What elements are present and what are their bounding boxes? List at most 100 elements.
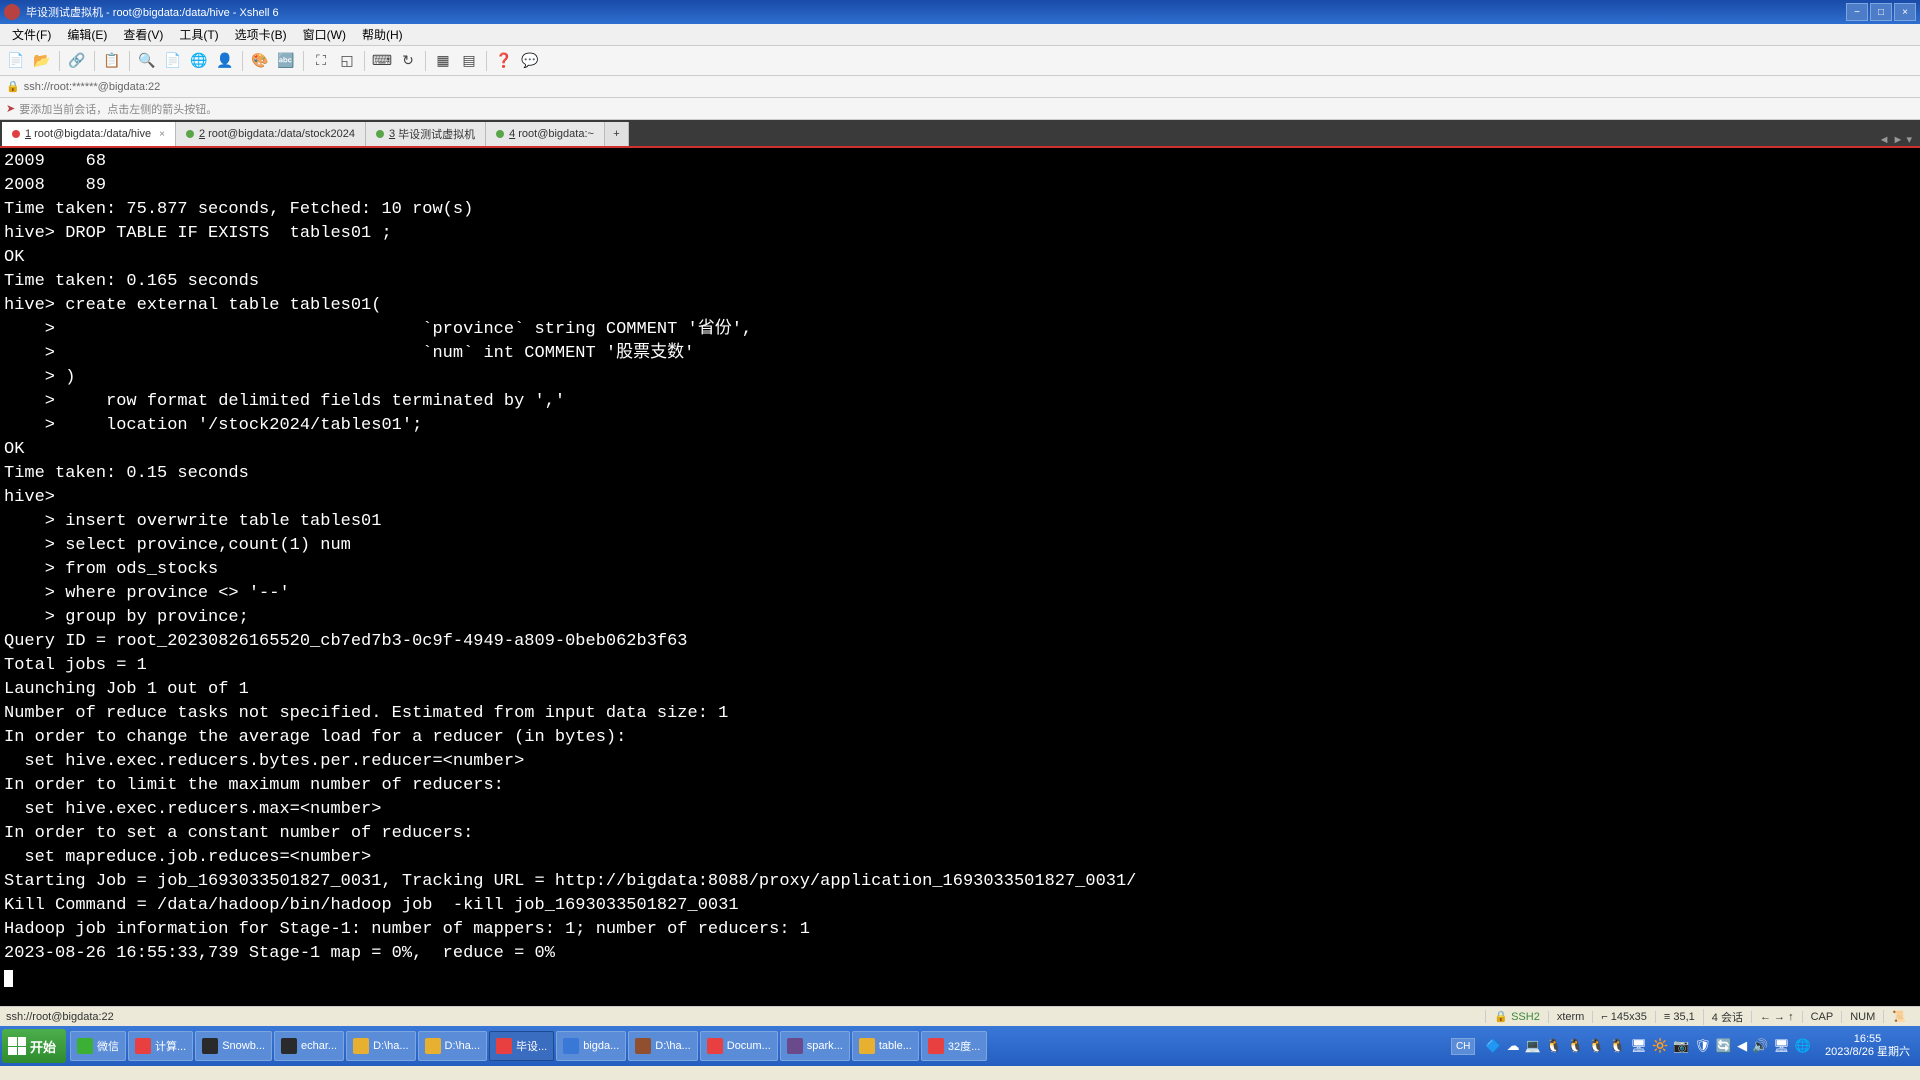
taskbar-item-icon (353, 1038, 369, 1054)
taskbar-item[interactable]: D:\ha... (418, 1031, 487, 1061)
taskbar-item[interactable]: D:\ha... (628, 1031, 697, 1061)
clock-date: 2023/8/26 星期六 (1825, 1046, 1910, 1059)
taskbar-item[interactable]: spark... (780, 1031, 850, 1061)
close-button[interactable]: × (1894, 3, 1916, 21)
globe-button[interactable]: 🌐 (187, 49, 211, 73)
window-title: 毕设测试虚拟机 - root@bigdata:/data/hive - Xshe… (26, 4, 1846, 20)
paste-button[interactable]: 📄 (161, 49, 185, 73)
terminal-output[interactable]: 2009 68 2008 89 Time taken: 75.877 secon… (0, 148, 1920, 1006)
taskbar-item-icon (135, 1038, 151, 1054)
layout-button[interactable]: ▦ (431, 49, 455, 73)
help-button[interactable]: ❓ (492, 49, 516, 73)
tray-icon[interactable]: ◀ (1737, 1038, 1747, 1054)
language-indicator[interactable]: CH (1451, 1038, 1475, 1055)
hint-bar: ➤ 要添加当前会话，点击左侧的箭头按钮。 (0, 98, 1920, 120)
taskbar-item-label: 32度... (948, 1038, 980, 1054)
lock-icon: 🔒 (6, 80, 20, 93)
tab-nav[interactable]: ◄ ► ▾ (1873, 133, 1918, 146)
minimize-button[interactable]: − (1846, 3, 1868, 21)
taskbar-item[interactable]: D:\ha... (346, 1031, 415, 1061)
taskbar-item-icon (425, 1038, 441, 1054)
tile-button[interactable]: ▤ (457, 49, 481, 73)
profile-button[interactable]: 👤 (213, 49, 237, 73)
taskbar-item-label: D:\ha... (655, 1040, 690, 1052)
menu-item[interactable]: 文件(F) (4, 24, 59, 45)
keyboard-button[interactable]: ⌨ (370, 49, 394, 73)
session-tab[interactable]: 1root@bigdata:/data/hive× (2, 122, 176, 146)
tray-icon[interactable]: 🖥 (1773, 1038, 1790, 1054)
taskbar-item[interactable]: Docum... (700, 1031, 778, 1061)
tray-icon[interactable]: 🛡 (1694, 1038, 1711, 1054)
tray-icon[interactable]: 🐧 (1546, 1038, 1562, 1054)
separator (242, 51, 243, 71)
taskbar-item-label: Snowb... (222, 1040, 265, 1052)
window-titlebar: 毕设测试虚拟机 - root@bigdata:/data/hive - Xshe… (0, 0, 1920, 24)
reconnect-button[interactable]: 🔗 (65, 49, 89, 73)
taskbar-item-icon (928, 1038, 944, 1054)
taskbar-item[interactable]: table... (852, 1031, 919, 1061)
menu-item[interactable]: 编辑(E) (59, 24, 115, 45)
tray-icon[interactable]: 💻 (1525, 1038, 1541, 1054)
tray-icon[interactable]: 📷 (1673, 1038, 1689, 1054)
search-button[interactable]: 🔍 (135, 49, 159, 73)
clock-time: 16:55 (1825, 1033, 1910, 1046)
menu-item[interactable]: 选项卡(B) (227, 24, 295, 45)
tray-icon[interactable]: 🔊 (1752, 1038, 1768, 1054)
fullscreen-button[interactable]: ⛶ (309, 49, 333, 73)
hint-text: 要添加当前会话，点击左侧的箭头按钮。 (19, 101, 217, 117)
menu-item[interactable]: 查看(V) (115, 24, 171, 45)
tab-close-icon[interactable]: × (159, 129, 165, 140)
new-button[interactable]: 📄 (4, 49, 28, 73)
tab-label: root@bigdata:~ (518, 128, 594, 140)
font-button[interactable]: 🔤 (274, 49, 298, 73)
tray-icon[interactable]: 🐧 (1609, 1038, 1625, 1054)
tray-icon[interactable]: 🔆 (1652, 1038, 1668, 1054)
separator (59, 51, 60, 71)
taskbar-item[interactable]: 计算... (128, 1031, 193, 1061)
session-tab[interactable]: 3毕设测试虚拟机 (366, 122, 486, 146)
tray-icon[interactable]: ☁ (1507, 1038, 1520, 1054)
open-button[interactable]: 📂 (30, 49, 54, 73)
taskbar-item[interactable]: bigda... (556, 1031, 626, 1061)
taskbar-item[interactable]: echar... (274, 1031, 344, 1061)
taskbar-item-icon (635, 1038, 651, 1054)
taskbar-clock[interactable]: 16:55 2023/8/26 星期六 (1817, 1033, 1918, 1059)
taskbar-item[interactable]: 32度... (921, 1031, 987, 1061)
add-tab-button[interactable]: + (605, 122, 629, 146)
session-tab[interactable]: 4root@bigdata:~ (486, 122, 605, 146)
transparency-button[interactable]: ◱ (335, 49, 359, 73)
address-text[interactable]: ssh://root:******@bigdata:22 (24, 81, 161, 93)
start-button[interactable]: 开始 (2, 1029, 66, 1063)
taskbar-item[interactable]: 微信 (70, 1031, 126, 1061)
taskbar-item[interactable]: 毕设... (489, 1031, 554, 1061)
taskbar-item[interactable]: Snowb... (195, 1031, 272, 1061)
refresh-button[interactable]: ↻ (396, 49, 420, 73)
tray-icon[interactable]: 🐧 (1588, 1038, 1604, 1054)
chat-button[interactable]: 💬 (518, 49, 542, 73)
session-tab[interactable]: 2root@bigdata:/data/stock2024 (176, 122, 366, 146)
maximize-button[interactable]: □ (1870, 3, 1892, 21)
separator (303, 51, 304, 71)
status-scroll-icon: 📜 (1883, 1010, 1914, 1023)
tray-icon[interactable]: 🖥 (1631, 1038, 1648, 1054)
color-button[interactable]: 🎨 (248, 49, 272, 73)
menu-item[interactable]: 工具(T) (171, 24, 226, 45)
menu-item[interactable]: 窗口(W) (295, 24, 354, 45)
tray-icon[interactable]: 🔷 (1485, 1038, 1501, 1054)
tray-icon[interactable]: 🐧 (1567, 1038, 1583, 1054)
taskbar-item-label: D:\ha... (445, 1040, 480, 1052)
menu-item[interactable]: 帮助(H) (354, 24, 411, 45)
status-dot-icon (496, 130, 504, 138)
arrow-icon[interactable]: ➤ (6, 102, 15, 115)
tab-label: root@bigdata:/data/hive (34, 128, 151, 140)
tray-icon[interactable]: 🔄 (1716, 1038, 1732, 1054)
menubar: 文件(F)编辑(E)查看(V)工具(T)选项卡(B)窗口(W)帮助(H) (0, 24, 1920, 46)
tab-number: 4 (509, 128, 515, 140)
address-bar: 🔒 ssh://root:******@bigdata:22 (0, 76, 1920, 98)
status-extra: ← → ↑ (1751, 1011, 1802, 1023)
taskbar-item-label: 毕设... (516, 1038, 547, 1054)
copy-button[interactable]: 📋 (100, 49, 124, 73)
taskbar-item-label: echar... (301, 1040, 337, 1052)
system-tray[interactable]: 🔷 ☁ 💻 🐧 🐧 🐧 🐧 🖥 🔆 📷 🛡 🔄 ◀ 🔊 🖥 🌐 (1479, 1038, 1817, 1054)
tray-icon[interactable]: 🌐 (1795, 1038, 1811, 1054)
